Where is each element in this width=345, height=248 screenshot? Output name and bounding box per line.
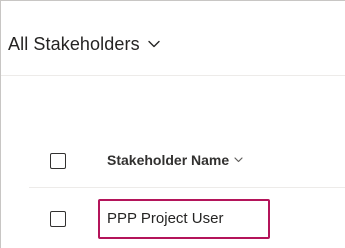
column-header-stakeholder-name[interactable]: Stakeholder Name: [107, 152, 243, 168]
column-header-label: Stakeholder Name: [107, 152, 230, 168]
stakeholders-view-panel: All Stakeholders Stakeholder Name PPP Pr…: [0, 0, 345, 248]
row-select-checkbox[interactable]: [50, 211, 66, 227]
select-all-checkbox[interactable]: [50, 153, 66, 169]
view-title: All Stakeholders: [8, 33, 140, 54]
table-row[interactable]: PPP Project User: [29, 199, 345, 241]
chevron-down-icon[interactable]: [234, 156, 243, 165]
stakeholder-name-cell[interactable]: PPP Project User: [107, 210, 223, 227]
chevron-down-icon: [147, 38, 160, 50]
header-divider: [1, 75, 345, 76]
view-selector[interactable]: All Stakeholders: [8, 29, 160, 59]
grid-column-header-row: Stakeholder Name: [29, 144, 345, 188]
